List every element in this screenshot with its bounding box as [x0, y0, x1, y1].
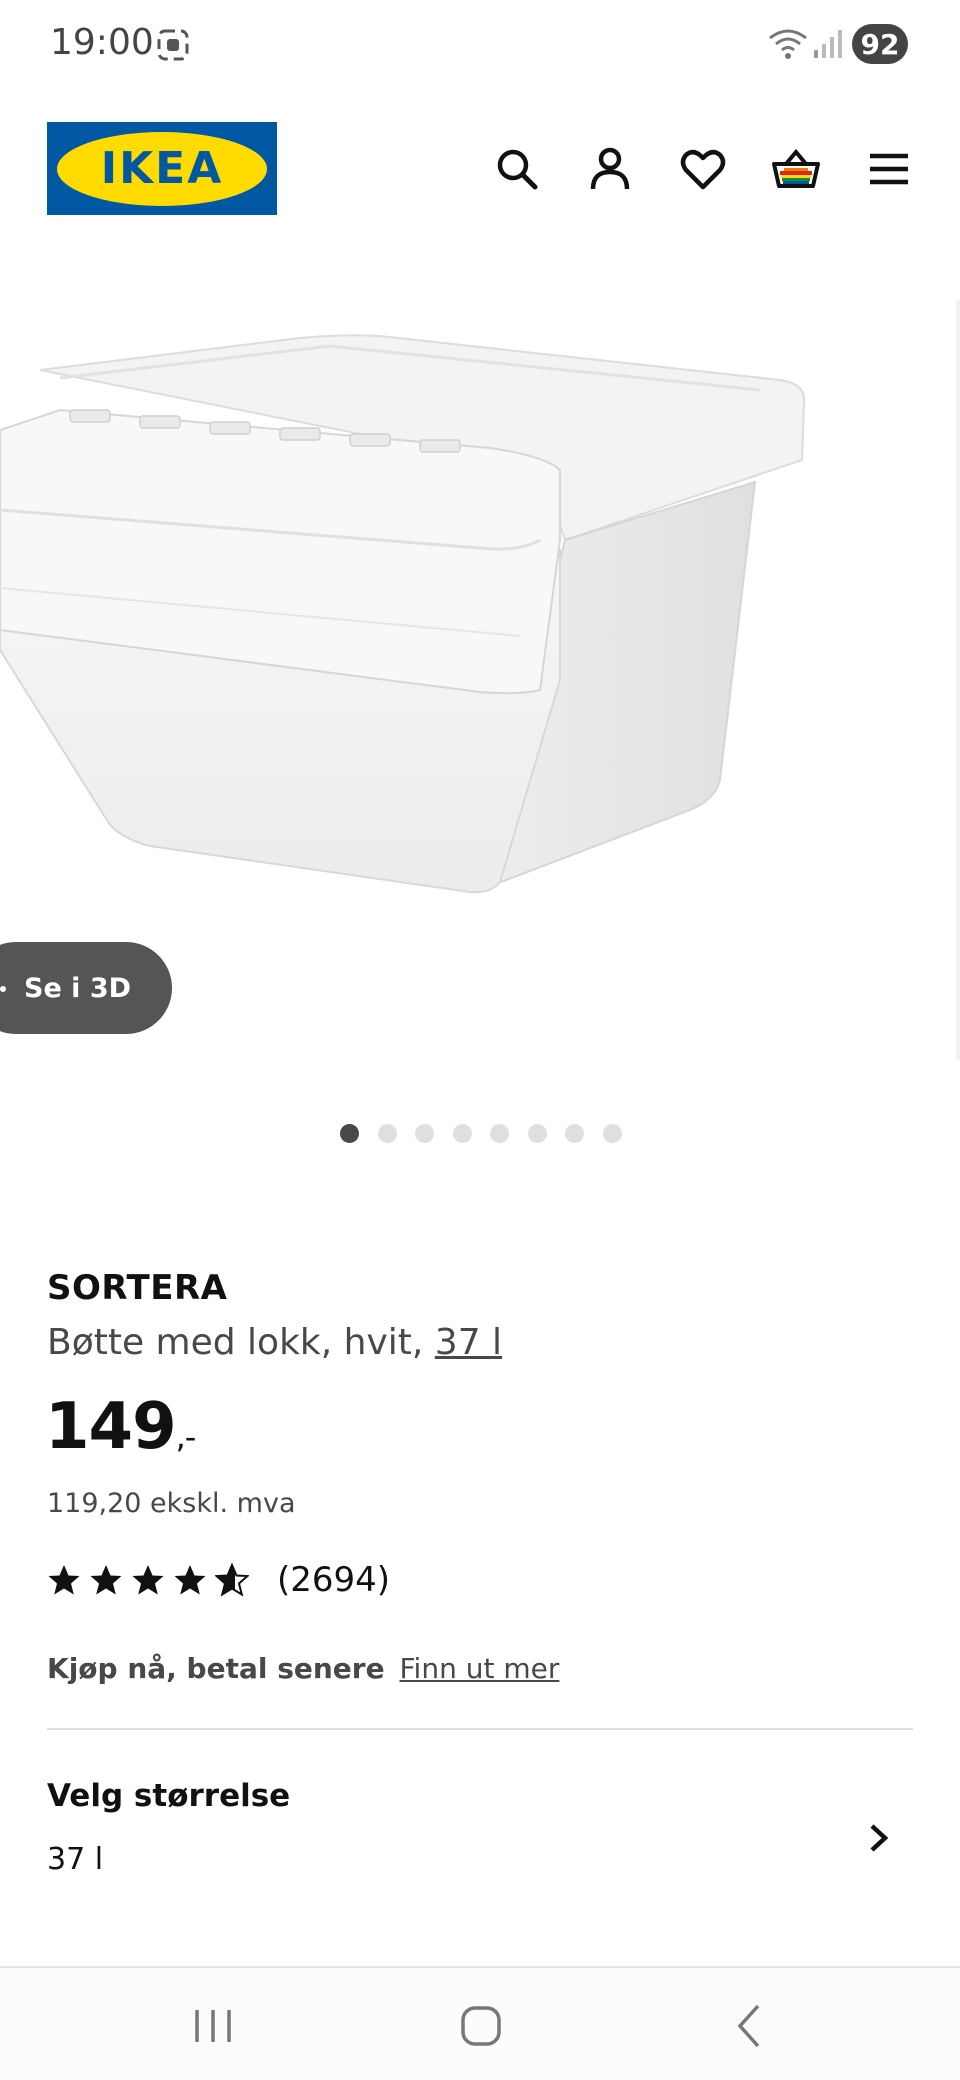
pay-later-link[interactable]: Finn ut mer — [399, 1652, 559, 1685]
price-ex-vat: 119,20 ekskl. mva — [47, 1488, 296, 1519]
star-icon — [48, 1565, 80, 1595]
star-icon — [132, 1565, 164, 1595]
carousel-dot[interactable] — [377, 1124, 397, 1143]
favorites-icon[interactable] — [678, 144, 728, 194]
site-header: IKEA — [0, 110, 960, 226]
carousel-indicator[interactable] — [340, 1124, 622, 1143]
recent-apps-button[interactable] — [183, 1996, 243, 2056]
search-icon[interactable] — [492, 144, 542, 194]
chevron-right-icon — [870, 1824, 889, 1852]
screen-record-icon — [157, 29, 189, 61]
ikea-logo[interactable]: IKEA — [47, 122, 277, 215]
view-in-3d-label: Se i 3D — [24, 972, 132, 1004]
product-name: SORTERA — [47, 1268, 228, 1308]
pay-later-text: Kjøp nå, betal senere — [47, 1652, 385, 1685]
view-in-3d-button[interactable]: Se i 3D — [0, 942, 172, 1034]
system-navigation-bar — [0, 1966, 960, 2080]
carousel-dot[interactable] — [565, 1124, 584, 1143]
size-selector-value: 37 l — [47, 1842, 104, 1877]
carousel-dot[interactable] — [452, 1124, 472, 1143]
product-price: 149,- — [45, 1390, 197, 1464]
divider — [47, 1728, 913, 1730]
product-image — [0, 334, 806, 894]
logo-text: IKEA — [100, 143, 224, 194]
rating-count: (2694) — [277, 1560, 391, 1600]
home-button[interactable] — [451, 1996, 511, 2056]
menu-icon[interactable] — [864, 144, 914, 194]
price-suffix: ,- — [175, 1418, 197, 1456]
signal-icon — [814, 30, 842, 58]
pay-later-info: Kjøp nå, betal senere Finn ut mer — [47, 1652, 559, 1685]
half-star-icon — [215, 1563, 249, 1597]
cart-icon[interactable] — [771, 144, 821, 194]
product-description: Bøtte med lokk, hvit, 37 l — [47, 1322, 502, 1363]
carousel-dot[interactable] — [602, 1124, 622, 1143]
carousel-dot[interactable] — [340, 1124, 359, 1143]
price-value: 149 — [45, 1390, 177, 1464]
size-selector[interactable]: Velg størrelse 37 l — [47, 1778, 913, 1898]
back-button[interactable] — [720, 1996, 780, 2056]
carousel-dot[interactable] — [490, 1124, 509, 1143]
status-bar: 19:00 92 — [0, 0, 960, 90]
battery-indicator: 92 — [852, 24, 908, 64]
product-size-link[interactable]: 37 l — [435, 1322, 502, 1363]
carousel-dot[interactable] — [415, 1124, 434, 1143]
status-time: 19:00 — [50, 22, 154, 63]
star-icon — [90, 1565, 122, 1595]
wifi-icon — [769, 29, 807, 59]
rating-stars — [47, 1563, 249, 1597]
account-icon[interactable] — [585, 144, 635, 194]
product-description-text: Bøtte med lokk, hvit, — [47, 1322, 435, 1363]
product-image-gallery[interactable]: Se i 3D — [0, 270, 960, 1090]
next-image-peek — [956, 300, 960, 1060]
product-rating[interactable]: (2694) — [47, 1560, 390, 1600]
carousel-dot[interactable] — [527, 1124, 547, 1143]
3d-icon — [0, 986, 6, 992]
logo-oval: IKEA — [57, 131, 267, 206]
star-icon — [174, 1565, 206, 1595]
size-selector-title: Velg størrelse — [47, 1778, 291, 1814]
